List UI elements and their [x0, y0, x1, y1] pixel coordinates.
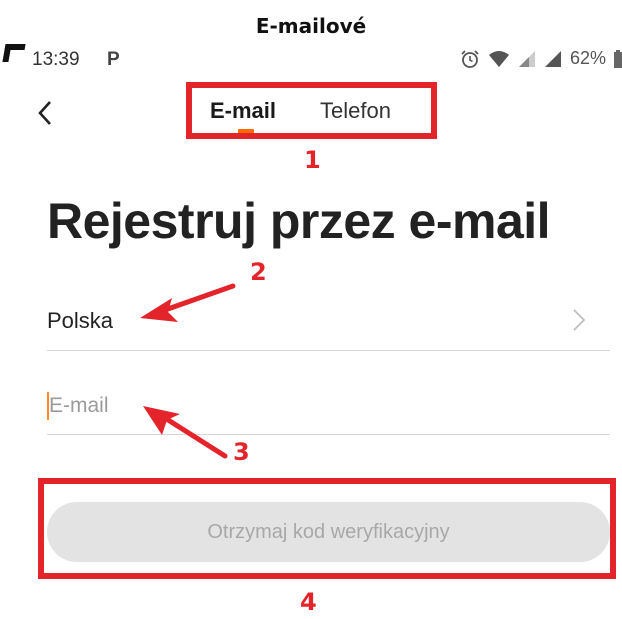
- annotation-arrow-2: [140, 283, 236, 322]
- annotation-arrows: [140, 283, 236, 459]
- annotation-arrow-3: [143, 406, 228, 459]
